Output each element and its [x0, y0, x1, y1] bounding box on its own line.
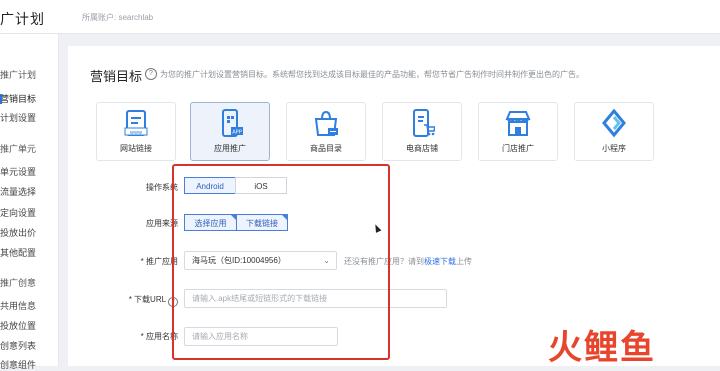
highlight-box — [172, 164, 390, 360]
source-label: 应用来源 — [146, 219, 178, 228]
sidebar-item-creative-list[interactable]: 创意列表 — [0, 339, 36, 352]
ecommerce-store-icon — [413, 109, 435, 137]
goal-card-app-promotion[interactable]: APP 应用推广 — [190, 102, 270, 161]
sidebar-item-traffic[interactable]: 流量选择 — [0, 185, 36, 198]
goal-label: 应用推广 — [214, 144, 246, 153]
sidebar-item-unit-settings[interactable]: 单元设置 — [0, 165, 36, 178]
sidebar-item-targeting[interactable]: 定向设置 — [0, 206, 36, 219]
svg-text:APP: APP — [232, 130, 241, 136]
fast-download-link[interactable]: 极速下载 — [424, 257, 456, 266]
goal-label: 电商店铺 — [406, 144, 438, 153]
section-description: 为您的推广计划设置营销目标。系统帮您找到达成该目标最佳的产品功能，帮您节省广告制… — [160, 70, 584, 79]
mini-program-icon — [602, 109, 626, 138]
goal-label: 网站链接 — [120, 144, 152, 153]
sidebar-item-campaign-settings[interactable]: 计划设置 — [0, 111, 36, 124]
sidebar-item-bidding[interactable]: 投放出价 — [0, 226, 36, 239]
goal-card-ecommerce-store[interactable]: 电商店铺 — [382, 102, 462, 161]
sidebar-item-marketing-goal[interactable]: 营销目标 — [0, 92, 36, 105]
sidebar-section-creative[interactable]: 推广创意 — [0, 276, 36, 289]
svg-text:www: www — [130, 130, 142, 136]
download-url-label: * 下载URL ? — [108, 294, 178, 307]
goal-card-store-promotion[interactable]: 门店推广 — [478, 102, 558, 161]
os-label: 操作系统 — [146, 183, 178, 192]
top-bar: 广计划 所属账户: searchlab — [0, 0, 720, 34]
app-name-label: * 应用名称 — [140, 332, 178, 341]
sidebar-item-placement[interactable]: 投放位置 — [0, 319, 36, 332]
page-title: 广计划 — [0, 11, 45, 27]
watermark-logo: 火鲤鱼 — [548, 328, 656, 368]
sidebar-item-other-config[interactable]: 其他配置 — [0, 246, 36, 259]
breadcrumb: 所属账户: searchlab — [82, 13, 154, 22]
goal-label: 商品目录 — [310, 144, 342, 153]
app-hint-suffix: 上传 — [456, 257, 472, 266]
main-panel: 营销目标 ? 为您的推广计划设置营销目标。系统帮您找到达成该目标最佳的产品功能，… — [68, 46, 720, 366]
product-catalog-icon — [314, 110, 338, 136]
sidebar: 推广计划 营销目标 计划设置 推广单元 单元设置 流量选择 定向设置 投放出价 … — [0, 34, 59, 370]
sidebar-section-unit[interactable]: 推广单元 — [0, 142, 36, 155]
goal-label: 小程序 — [602, 144, 626, 153]
goal-label: 门店推广 — [502, 144, 534, 153]
goal-card-mini-program[interactable]: 小程序 — [574, 102, 654, 161]
help-icon[interactable]: ? — [145, 68, 157, 80]
goal-card-product-catalog[interactable]: 商品目录 — [286, 102, 366, 161]
sidebar-item-shared-info[interactable]: 共用信息 — [0, 299, 36, 312]
section-title: 营销目标 — [90, 69, 143, 84]
sidebar-section-campaign[interactable]: 推广计划 — [0, 68, 36, 81]
website-link-icon: www — [124, 110, 148, 136]
sidebar-item-creative-components[interactable]: 创意组件 — [0, 358, 36, 371]
app-label: * 推广应用 — [140, 257, 178, 266]
download-url-label-text: * 下载URL — [128, 295, 166, 304]
store-promotion-icon — [505, 111, 531, 136]
goal-card-website-link[interactable]: www 网站链接 — [96, 102, 176, 161]
app-promotion-icon: APP — [222, 109, 243, 137]
